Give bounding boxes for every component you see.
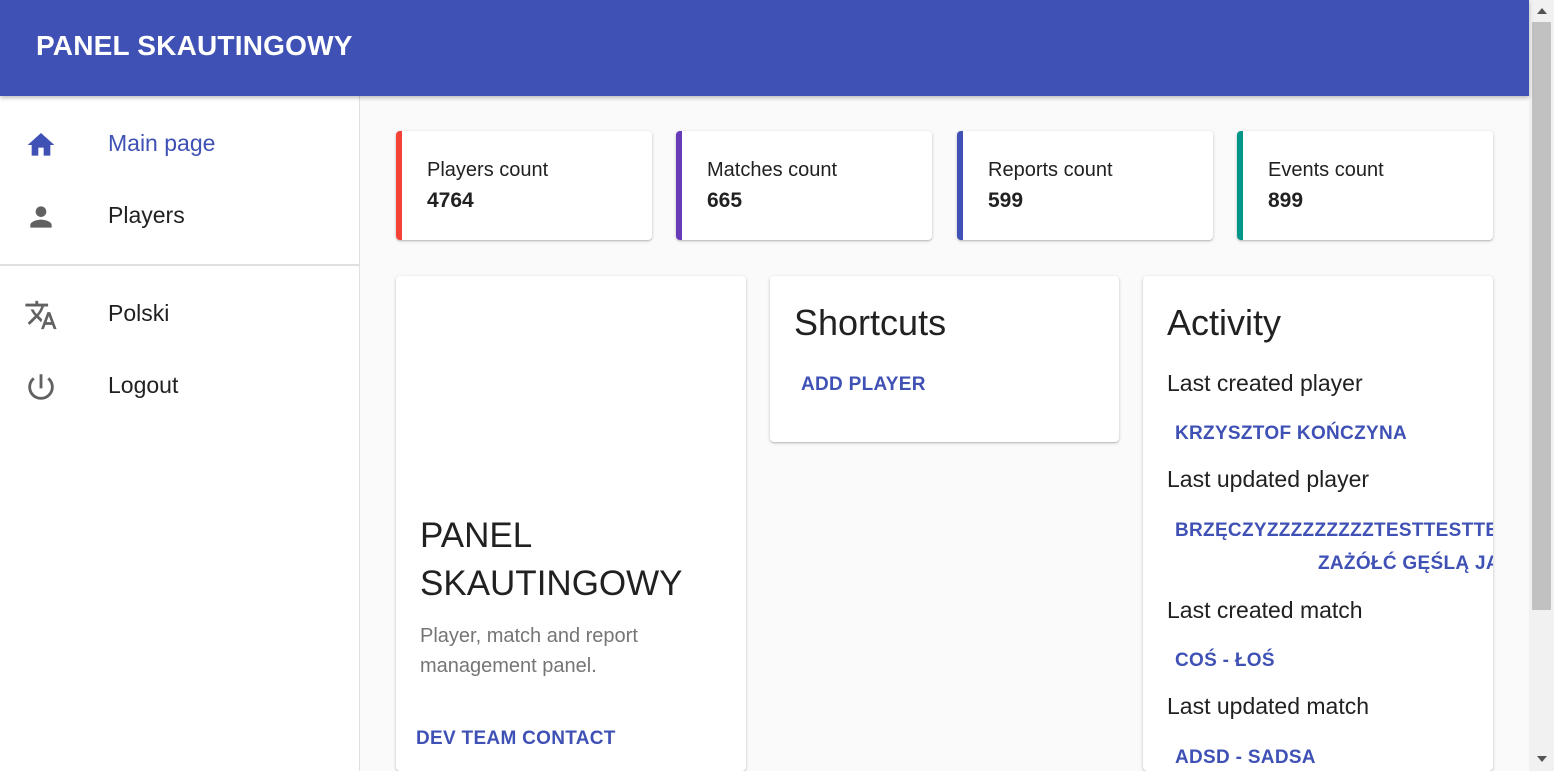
app-bar: PANEL SKAUTINGOWY (0, 0, 1529, 96)
stat-label: Events count (1268, 159, 1384, 181)
intro-subtitle: Player, match and report management pane… (420, 625, 638, 677)
last-updated-player-link-line2[interactable]: ZAŻÓŁĆ GĘŚLĄ JA (1318, 553, 1493, 575)
add-player-button[interactable]: ADD PLAYER (801, 374, 926, 396)
card-accent-bar (396, 131, 402, 240)
last-created-player-label: Last created player (1167, 370, 1363, 396)
page-scrollbar[interactable] (1529, 0, 1554, 771)
activity-title: Activity (1167, 302, 1282, 343)
translate-icon (24, 298, 58, 332)
last-created-match-link[interactable]: COŚ - ŁOŚ (1175, 650, 1275, 672)
stat-value: 665 (707, 189, 743, 212)
scroll-up-icon[interactable] (1537, 8, 1547, 14)
scrollbar-thumb[interactable] (1532, 22, 1551, 610)
nav-item-label: Polski (108, 300, 170, 326)
nav-item-label: Players (108, 202, 185, 228)
stat-value: 599 (988, 189, 1024, 212)
stat-value: 4764 (427, 189, 474, 212)
last-updated-player-link[interactable]: BRZĘCZYZZZZZZZZZTESTTESTTE (1175, 520, 1493, 542)
events-count-card: Events count 899 (1237, 131, 1493, 240)
nav-divider (0, 264, 359, 266)
shortcuts-title: Shortcuts (794, 302, 947, 343)
activity-card: Activity Last created player KRZYSZTOF K… (1143, 276, 1493, 771)
person-icon (24, 200, 58, 234)
side-drawer: Main page Players Polski Logout (0, 96, 360, 771)
card-accent-bar (1237, 131, 1243, 240)
nav-item-language[interactable]: Polski (0, 278, 359, 350)
last-updated-match-label: Last updated match (1167, 693, 1370, 719)
home-icon (24, 128, 58, 162)
last-updated-player-label: Last updated player (1167, 466, 1370, 492)
stat-label: Reports count (988, 159, 1113, 181)
intro-title: PANEL SKAUTINGOWY (420, 516, 683, 603)
players-count-card: Players count 4764 (396, 131, 652, 240)
nav-item-label: Logout (108, 372, 179, 398)
reports-count-card: Reports count 599 (957, 131, 1213, 240)
stat-label: Players count (427, 159, 549, 181)
stat-label: Matches count (707, 159, 838, 181)
dev-team-contact-button[interactable]: DEV TEAM CONTACT (416, 728, 616, 750)
matches-count-card: Matches count 665 (676, 131, 932, 240)
shortcuts-card: Shortcuts ADD PLAYER (770, 276, 1119, 442)
nav-item-label: Main page (108, 130, 216, 156)
last-created-match-label: Last created match (1167, 597, 1363, 623)
nav-item-players[interactable]: Players (0, 180, 359, 252)
power-icon (24, 370, 58, 404)
last-created-player-link[interactable]: KRZYSZTOF KOŃCZYNA (1175, 423, 1407, 445)
card-accent-bar (957, 131, 963, 240)
stat-value: 899 (1268, 189, 1304, 212)
app-title: PANEL SKAUTINGOWY (36, 30, 353, 61)
scroll-down-icon[interactable] (1537, 756, 1547, 762)
card-accent-bar (676, 131, 682, 240)
nav-item-main-page[interactable]: Main page (0, 108, 359, 180)
nav-item-logout[interactable]: Logout (0, 350, 359, 422)
last-updated-match-link[interactable]: ADSD - SADSA (1175, 747, 1316, 769)
intro-card: PANEL SKAUTINGOWY Player, match and repo… (396, 276, 746, 771)
